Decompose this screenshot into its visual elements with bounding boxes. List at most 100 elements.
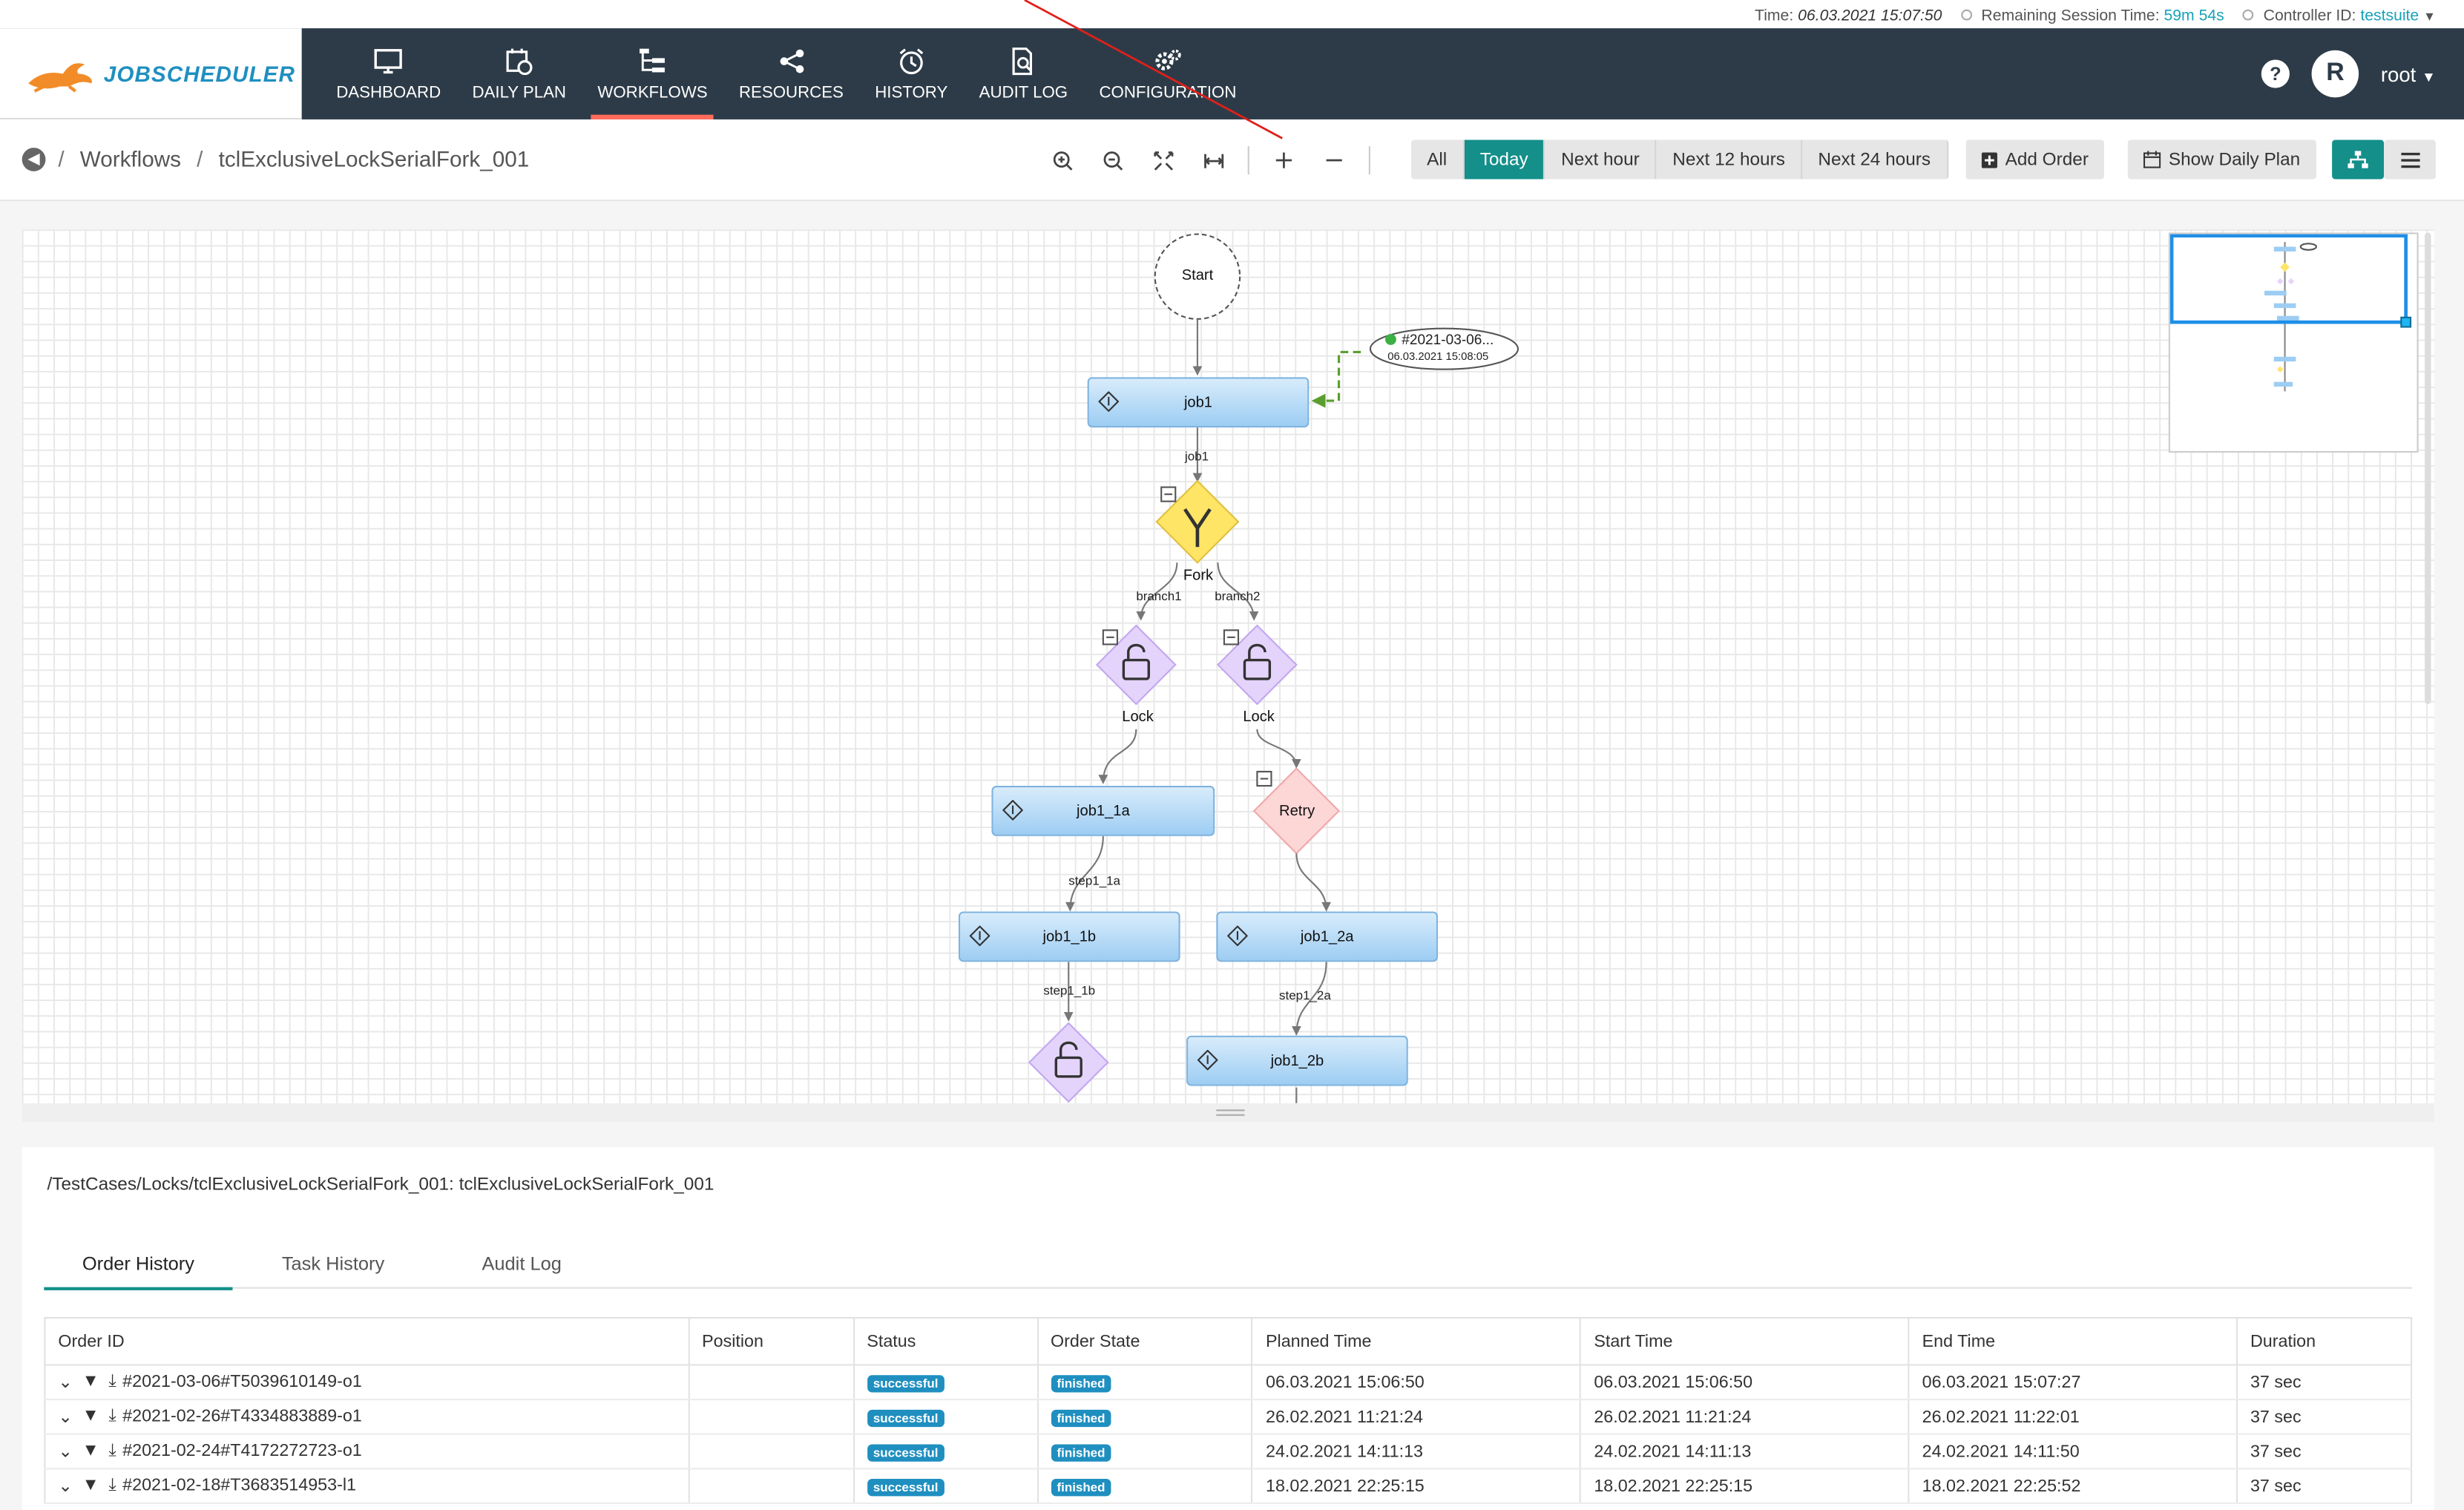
end-time-cell: 18.02.2021 22:25:52 (1908, 1468, 2238, 1504)
order-id-cell: ⌄ ▼ ⤓ #2021-02-26#T4334883889-o1 (44, 1399, 690, 1435)
brand-name: JOBSCHEDULER (103, 60, 295, 86)
chevron-down-icon[interactable]: ⌄ (58, 1372, 73, 1392)
tab-order-history[interactable]: Order History (44, 1238, 233, 1290)
job-icon (1002, 800, 1023, 821)
download-icon[interactable]: ⤓ (108, 1372, 116, 1393)
circle-icon (1960, 9, 1972, 21)
caret-down-icon[interactable]: ▼ (82, 1372, 99, 1393)
column-start-time[interactable]: Start Time (1580, 1316, 1910, 1366)
order-state-cell: finished (1036, 1468, 1254, 1504)
table-row[interactable]: ⌄ ▼ ⤓ #2021-03-06#T5039610149-o1 successful… (44, 1365, 2413, 1401)
nav-history[interactable]: HISTORY (859, 28, 963, 119)
table-row[interactable]: ⌄ ▼ ⤓ #2021-02-24#T4172272723-o1 successful… (44, 1434, 2413, 1470)
nav-audit-log[interactable]: AUDIT LOG (963, 28, 1083, 119)
caret-down-icon[interactable]: ▼ (82, 1407, 99, 1428)
nav-workflows[interactable]: WORKFLOWS (582, 28, 723, 119)
edge-label: job1 (1184, 449, 1209, 464)
download-icon[interactable]: ⤓ (108, 1407, 116, 1428)
order-id: #2021-03-06#T5039610149-o1 (122, 1372, 362, 1392)
show-daily-plan-button[interactable]: Show Daily Plan (2127, 139, 2316, 180)
help-icon[interactable]: ? (2261, 59, 2290, 88)
back-arrow-icon[interactable]: ◀ (22, 147, 46, 171)
expand-all-icon[interactable] (1259, 145, 1310, 176)
duration-cell: 37 sec (2235, 1434, 2413, 1470)
chevron-down-icon[interactable]: ⌄ (58, 1407, 73, 1427)
lock-node-3[interactable] (1028, 1022, 1109, 1103)
start-time-cell: 26.02.2021 11:21:24 (1580, 1399, 1910, 1435)
nav-dashboard[interactable]: DASHBOARD (321, 28, 456, 119)
add-order-button[interactable]: Add Order (1965, 139, 2105, 180)
column-status[interactable]: Status (852, 1316, 1039, 1366)
controller-id[interactable]: Controller ID: testsuite ▼ (2243, 8, 2436, 25)
brand-logo[interactable]: JOBSCHEDULER (0, 28, 302, 119)
nav-label: WORKFLOWS (597, 82, 708, 102)
detail-tabs: Order History Task History Audit Log (44, 1238, 2413, 1290)
start-time-cell: 24.02.2021 14:11:13 (1580, 1434, 1910, 1470)
job-node-job1-1a[interactable]: job1_1a (991, 786, 1215, 836)
canvas-scrollbar[interactable] (2425, 232, 2431, 704)
column-order-id[interactable]: Order ID (44, 1316, 690, 1366)
filter-all[interactable]: All (1410, 139, 1465, 180)
retry-label: Retry (1279, 803, 1315, 821)
chevron-down-icon[interactable]: ⌄ (58, 1476, 73, 1496)
duration-cell: 37 sec (2235, 1365, 2413, 1401)
job-node-job1-2a[interactable]: job1_2a (1216, 911, 1438, 962)
job-node-job1-1b[interactable]: job1_1b (958, 911, 1180, 962)
column-planned-time[interactable]: Planned Time (1251, 1316, 1582, 1366)
download-icon[interactable]: ⤓ (108, 1476, 116, 1497)
filter-next-24-hours[interactable]: Next 24 hours (1802, 139, 1948, 180)
job-name: job1_1a (1077, 802, 1130, 820)
nav-daily-plan[interactable]: DAILY PLAN (456, 28, 582, 119)
job-name: job1_2b (1270, 1052, 1324, 1070)
column-end-time[interactable]: End Time (1908, 1316, 2238, 1366)
tab-audit-log[interactable]: Audit Log (427, 1238, 616, 1289)
graph-view-button[interactable] (2332, 139, 2385, 180)
column-position[interactable]: Position (688, 1316, 855, 1366)
nav-label: CONFIGURATION (1099, 82, 1237, 102)
table-row[interactable]: ⌄ ▼ ⤓ #2021-02-26#T4334883889-o1 successful… (44, 1399, 2413, 1435)
column-duration[interactable]: Duration (2235, 1316, 2413, 1366)
job-icon (1098, 391, 1120, 412)
fit-to-screen-icon[interactable] (1137, 145, 1188, 176)
session-time: Remaining Session Time: 59m 54s (1960, 8, 2224, 25)
list-view-button[interactable] (2384, 139, 2436, 180)
graph-minimap[interactable] (2168, 232, 2419, 453)
actual-size-icon[interactable] (1188, 145, 1238, 176)
order-time-label: 06.03.2021 15:08:05 (1387, 352, 1489, 364)
plus-square-icon (1981, 151, 1997, 168)
panel-resize-handle[interactable] (22, 1103, 2434, 1123)
breadcrumb-separator: / (58, 145, 65, 171)
column-order-state[interactable]: Order State (1036, 1316, 1254, 1366)
tab-task-history[interactable]: Task History (239, 1238, 427, 1289)
monitor-icon (372, 46, 404, 74)
user-menu[interactable]: root ▼ (2381, 62, 2436, 86)
workflow-tree-icon (637, 46, 668, 74)
zoom-out-icon[interactable] (1088, 145, 1138, 176)
download-icon[interactable]: ⤓ (108, 1441, 116, 1462)
caret-down-icon[interactable]: ▼ (82, 1441, 99, 1462)
status-cell: successful (852, 1468, 1039, 1504)
nav-resources[interactable]: RESOURCES (723, 28, 859, 119)
caret-down-icon[interactable]: ▼ (82, 1476, 99, 1497)
graph-edges (1028, 233, 1520, 1103)
nav-configuration[interactable]: CONFIGURATION (1083, 28, 1252, 119)
sitemap-icon (2348, 150, 2368, 168)
avatar[interactable]: R (2311, 50, 2359, 98)
chevron-down-icon[interactable]: ⌄ (58, 1441, 73, 1461)
breadcrumb-workflows-link[interactable]: Workflows (80, 146, 181, 171)
workflow-graph-canvas[interactable]: Start #2021-03-06... 06.03.2021 15:08:05… (22, 229, 2434, 1103)
filter-next-12-hours[interactable]: Next 12 hours (1657, 139, 1803, 180)
filter-next-hour[interactable]: Next hour (1545, 139, 1658, 180)
status-cell: successful (852, 1399, 1039, 1435)
zoom-in-icon[interactable] (1037, 145, 1088, 176)
filter-today[interactable]: Today (1464, 139, 1545, 180)
job-node-job1-2b[interactable]: job1_2b (1186, 1035, 1408, 1086)
job-node-job1[interactable]: job1 (1087, 377, 1310, 428)
status-badge: successful (867, 1443, 944, 1461)
table-row[interactable]: ⌄ ▼ ⤓ #2021-02-18#T3683514953-l1 successful… (44, 1468, 2413, 1504)
planned-time-cell: 26.02.2021 11:21:24 (1251, 1399, 1582, 1435)
end-time-cell: 26.02.2021 11:22:01 (1908, 1399, 2238, 1435)
state-badge: finished (1051, 1443, 1111, 1461)
nav-label: AUDIT LOG (979, 82, 1068, 102)
collapse-all-icon[interactable] (1309, 145, 1359, 176)
